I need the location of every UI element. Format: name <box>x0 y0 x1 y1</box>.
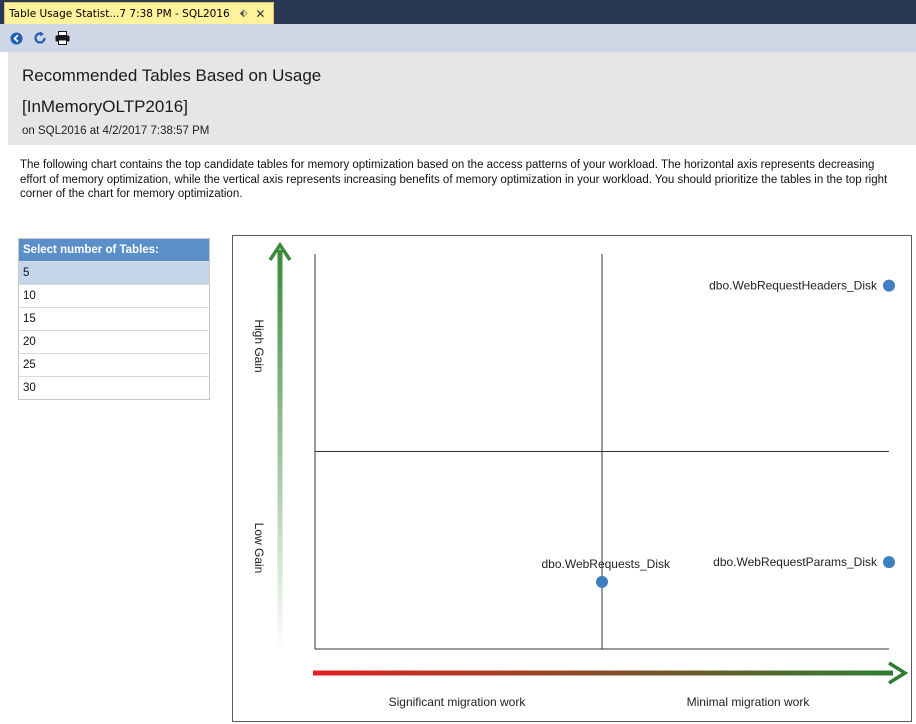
y-direction-arrow-shaft <box>277 250 283 653</box>
selector-header: Select number of Tables: <box>19 239 209 261</box>
report-description: The following chart contains the top can… <box>20 159 888 200</box>
selector-option-25[interactable]: 25 <box>19 353 209 376</box>
selector-option-10[interactable]: 10 <box>19 284 209 307</box>
table-count-selector: Select number of Tables: 5 10 15 20 25 3… <box>18 238 210 400</box>
data-point[interactable] <box>883 279 895 292</box>
data-point-label: dbo.WebRequests_Disk <box>541 557 671 571</box>
y-axis-label-high-gain: High Gain <box>252 319 266 372</box>
data-point-label: dbo.WebRequestParams_Disk <box>713 555 878 569</box>
report-title: Recommended Tables Based on Usage <box>22 66 322 85</box>
data-point-label: dbo.WebRequestHeaders_Disk <box>709 279 878 293</box>
print-icon[interactable] <box>54 30 71 47</box>
database-name: [InMemoryOLTP2016] <box>22 97 188 116</box>
tab-title: Table Usage Statist...7 7:38 PM - SQL201… <box>9 7 230 20</box>
x-axis-label-minimal-work: Minimal migration work <box>687 695 811 709</box>
refresh-icon[interactable] <box>31 30 48 47</box>
selector-option-15[interactable]: 15 <box>19 307 209 330</box>
usage-quadrant-chart: Significant migration work Minimal migrat… <box>232 235 912 722</box>
report-toolbar <box>0 24 916 52</box>
document-tab-strip: Table Usage Statist...7 7:38 PM - SQL201… <box>0 0 916 24</box>
data-point[interactable] <box>883 556 895 569</box>
selector-option-20[interactable]: 20 <box>19 330 209 353</box>
y-axis-label-low-gain: Low Gain <box>252 523 266 574</box>
x-axis-label-significant-work: Significant migration work <box>389 695 527 709</box>
report-header: Recommended Tables Based on Usage [InMem… <box>8 52 916 145</box>
selector-option-5[interactable]: 5 <box>19 261 209 284</box>
document-tab[interactable]: Table Usage Statist...7 7:38 PM - SQL201… <box>4 2 274 24</box>
x-direction-arrow-shaft <box>313 670 893 676</box>
data-point[interactable] <box>596 575 608 588</box>
pin-icon[interactable]: ⬖ <box>240 8 248 19</box>
back-icon[interactable] <box>8 30 25 47</box>
chart-canvas: Significant migration work Minimal migrat… <box>252 241 909 709</box>
close-icon[interactable]: ✕ <box>255 7 265 21</box>
selector-option-30[interactable]: 30 <box>19 376 209 399</box>
report-subtitle: on SQL2016 at 4/2/2017 7:38:57 PM <box>22 125 210 137</box>
